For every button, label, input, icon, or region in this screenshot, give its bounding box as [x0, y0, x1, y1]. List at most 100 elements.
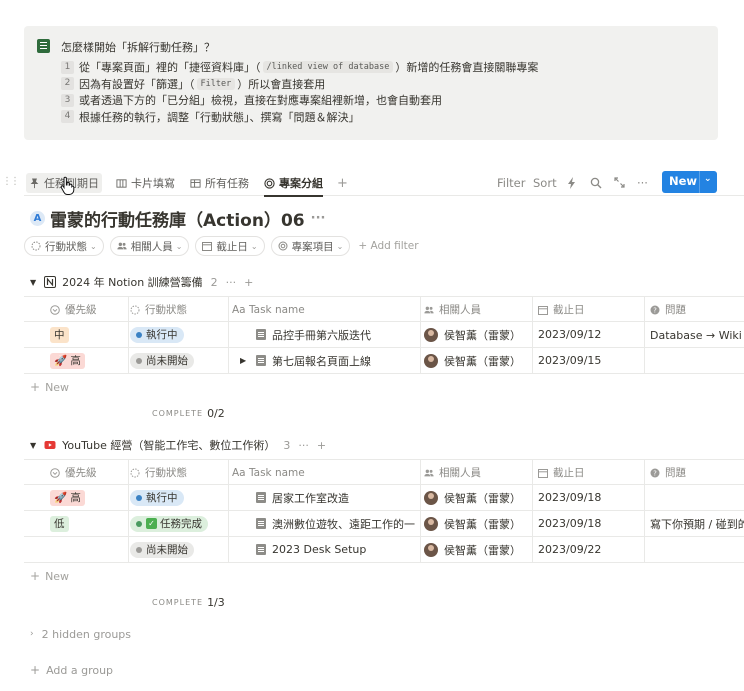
- group-header[interactable]: ▼ 2024 年 Notion 訓練營籌備 2 ··· +: [30, 271, 253, 293]
- priority-cell[interactable]: [50, 537, 128, 562]
- table-row[interactable]: 中 執行中 品控手冊第六版迭代 侯智薰（雷蒙） 2023/09/12 Datab…: [24, 322, 744, 348]
- target-icon: [264, 177, 275, 189]
- status-tag[interactable]: 尚未開始: [130, 541, 194, 558]
- column-header-due-date[interactable]: 截止日: [538, 460, 646, 485]
- more-options-icon[interactable]: ···: [298, 439, 309, 452]
- due-date: 2023/09/18: [538, 517, 602, 530]
- problem-cell[interactable]: Database → Wiki 遷: [650, 322, 744, 347]
- date-cell[interactable]: 2023/09/18: [538, 511, 646, 536]
- filter-chip-people[interactable]: 相關人員 ⌄: [109, 236, 190, 256]
- problem-cell[interactable]: [650, 537, 744, 562]
- task-name-cell[interactable]: 居家工作室改造: [232, 485, 419, 510]
- add-icon[interactable]: +: [244, 276, 253, 289]
- new-label: New: [45, 569, 70, 583]
- expand-icon[interactable]: [614, 177, 625, 188]
- task-name-cell[interactable]: 澳洲數位遊牧、遠距工作的一: [232, 511, 419, 536]
- expand-triangle-icon[interactable]: ▶: [240, 356, 248, 365]
- avatar: [424, 353, 438, 368]
- column-header-status[interactable]: 行動狀態: [130, 460, 228, 485]
- table-row[interactable]: 🚀 高 執行中 居家工作室改造 侯智薰（雷蒙） 2023/09/18: [24, 485, 744, 511]
- more-options-icon[interactable]: ···: [311, 211, 326, 226]
- column-header-problem[interactable]: ? 問題: [650, 460, 744, 485]
- person-name: 侯智薰（雷蒙）: [444, 328, 521, 342]
- dropdown-icon: [50, 304, 60, 315]
- group-header[interactable]: ▼ YouTube 經營（智能工作宅、數位工作術） 3 ··· +: [30, 434, 326, 456]
- status-cell: ✓ 任務完成: [130, 511, 228, 536]
- hidden-groups-toggle[interactable]: › 2 hidden groups: [30, 625, 131, 643]
- task-name-cell[interactable]: 2023 Desk Setup: [232, 537, 419, 562]
- more-options-icon[interactable]: ···: [226, 276, 237, 289]
- problem-cell[interactable]: 寫下你預期 / 碰到的: [650, 511, 744, 536]
- complete-summary[interactable]: COMPLETE 0/2: [152, 405, 225, 421]
- column-header-task-name[interactable]: Aa Task name: [232, 460, 419, 485]
- column-header-people[interactable]: 相關人員: [424, 297, 532, 322]
- column-header-priority[interactable]: 優先級: [50, 297, 128, 322]
- search-icon[interactable]: [590, 177, 602, 189]
- status-tag[interactable]: 執行中: [130, 489, 184, 506]
- filter-chip-status[interactable]: 行動狀態 ⌄: [24, 236, 104, 256]
- problem-text: 寫下你預期 / 碰到的: [650, 517, 744, 531]
- add-filter-button[interactable]: + Add filter: [358, 240, 418, 252]
- collapse-triangle-icon[interactable]: ▼: [30, 278, 36, 287]
- filter-chip-project[interactable]: 專案項目 ⌄: [270, 236, 351, 256]
- table-row[interactable]: 低 ✓ 任務完成 澳洲數位遊牧、遠距工作的一 侯智薰（雷蒙） 2023/09/18…: [24, 511, 744, 537]
- divider: [644, 348, 645, 373]
- task-name-cell[interactable]: 品控手冊第六版迭代: [232, 322, 419, 347]
- table-row[interactable]: 尚未開始 2023 Desk Setup 侯智薰（雷蒙） 2023/09/22: [24, 537, 744, 563]
- database-title[interactable]: A 雷蒙的行動任務庫（Action）06 ···: [30, 206, 326, 231]
- priority-tag[interactable]: 低: [50, 515, 69, 532]
- date-cell[interactable]: 2023/09/12: [538, 322, 646, 347]
- filter-chip-due-date[interactable]: 截止日 ⌄: [195, 236, 265, 256]
- divider: [128, 460, 129, 485]
- status-tag[interactable]: 尚未開始: [130, 352, 194, 369]
- drag-handle-icon[interactable]: ⋮⋮: [2, 176, 20, 187]
- person-cell[interactable]: 侯智薰（雷蒙）: [424, 511, 532, 536]
- table-row[interactable]: 🚀 高 尚未開始 ▶ 第七屆報名頁面上線 侯智薰（雷蒙） 2023/09/15: [24, 348, 744, 374]
- avatar: [424, 516, 438, 531]
- lightning-icon[interactable]: [567, 177, 577, 189]
- tab-all-tasks[interactable]: 所有任務: [190, 173, 249, 193]
- status-tag[interactable]: ✓ 任務完成: [130, 515, 208, 532]
- person-cell[interactable]: 侯智薰（雷蒙）: [424, 537, 532, 562]
- person-cell[interactable]: 侯智薰（雷蒙）: [424, 348, 532, 373]
- task-name: 第七屆報名頁面上線: [272, 354, 371, 368]
- chevron-down-icon: ⌄: [175, 241, 183, 251]
- due-date: 2023/09/12: [538, 328, 602, 341]
- date-cell[interactable]: 2023/09/22: [538, 537, 646, 562]
- add-group-button[interactable]: + Add a group: [30, 661, 113, 679]
- status-icon: [130, 305, 140, 314]
- tab-project-groups[interactable]: 專案分組: [264, 173, 323, 197]
- person-cell[interactable]: 侯智薰（雷蒙）: [424, 322, 532, 347]
- date-cell[interactable]: 2023/09/15: [538, 348, 646, 373]
- chevron-down-icon: ⌄: [336, 241, 344, 251]
- add-new-row-button[interactable]: + New: [30, 565, 69, 587]
- column-header-problem[interactable]: ? 問題: [650, 297, 744, 322]
- add-view-button[interactable]: +: [337, 173, 348, 193]
- filter-button[interactable]: Filter: [497, 173, 525, 193]
- collapse-triangle-icon[interactable]: ▼: [30, 441, 36, 450]
- divider: [532, 297, 533, 322]
- more-options-icon[interactable]: ···: [637, 173, 648, 193]
- priority-tag[interactable]: 🚀 高: [50, 352, 85, 369]
- new-button[interactable]: New ⌄: [662, 171, 717, 193]
- priority-tag[interactable]: 中: [50, 326, 69, 343]
- date-cell[interactable]: 2023/09/18: [538, 485, 646, 510]
- priority-tag[interactable]: 🚀 高: [50, 489, 85, 506]
- column-header-due-date[interactable]: 截止日: [538, 297, 646, 322]
- complete-summary[interactable]: COMPLETE 1/3: [152, 594, 225, 610]
- sort-button[interactable]: Sort: [533, 173, 557, 193]
- column-header-status[interactable]: 行動狀態: [130, 297, 228, 322]
- chevron-down-icon: ⌄: [250, 241, 258, 251]
- column-header-people[interactable]: 相關人員: [424, 460, 532, 485]
- add-icon[interactable]: +: [317, 439, 326, 452]
- task-name-cell[interactable]: ▶ 第七屆報名頁面上線: [232, 348, 419, 373]
- problem-cell[interactable]: [650, 348, 744, 373]
- add-new-row-button[interactable]: + New: [30, 376, 69, 398]
- person-cell[interactable]: 侯智薰（雷蒙）: [424, 485, 532, 510]
- status-tag[interactable]: 執行中: [130, 326, 184, 343]
- tab-card-fill[interactable]: 卡片填寫: [116, 173, 175, 193]
- chevron-down-icon[interactable]: ⌄: [704, 174, 712, 184]
- problem-cell[interactable]: [650, 485, 744, 510]
- column-header-priority[interactable]: 優先級: [50, 460, 128, 485]
- column-header-task-name[interactable]: Aa Task name: [232, 297, 419, 322]
